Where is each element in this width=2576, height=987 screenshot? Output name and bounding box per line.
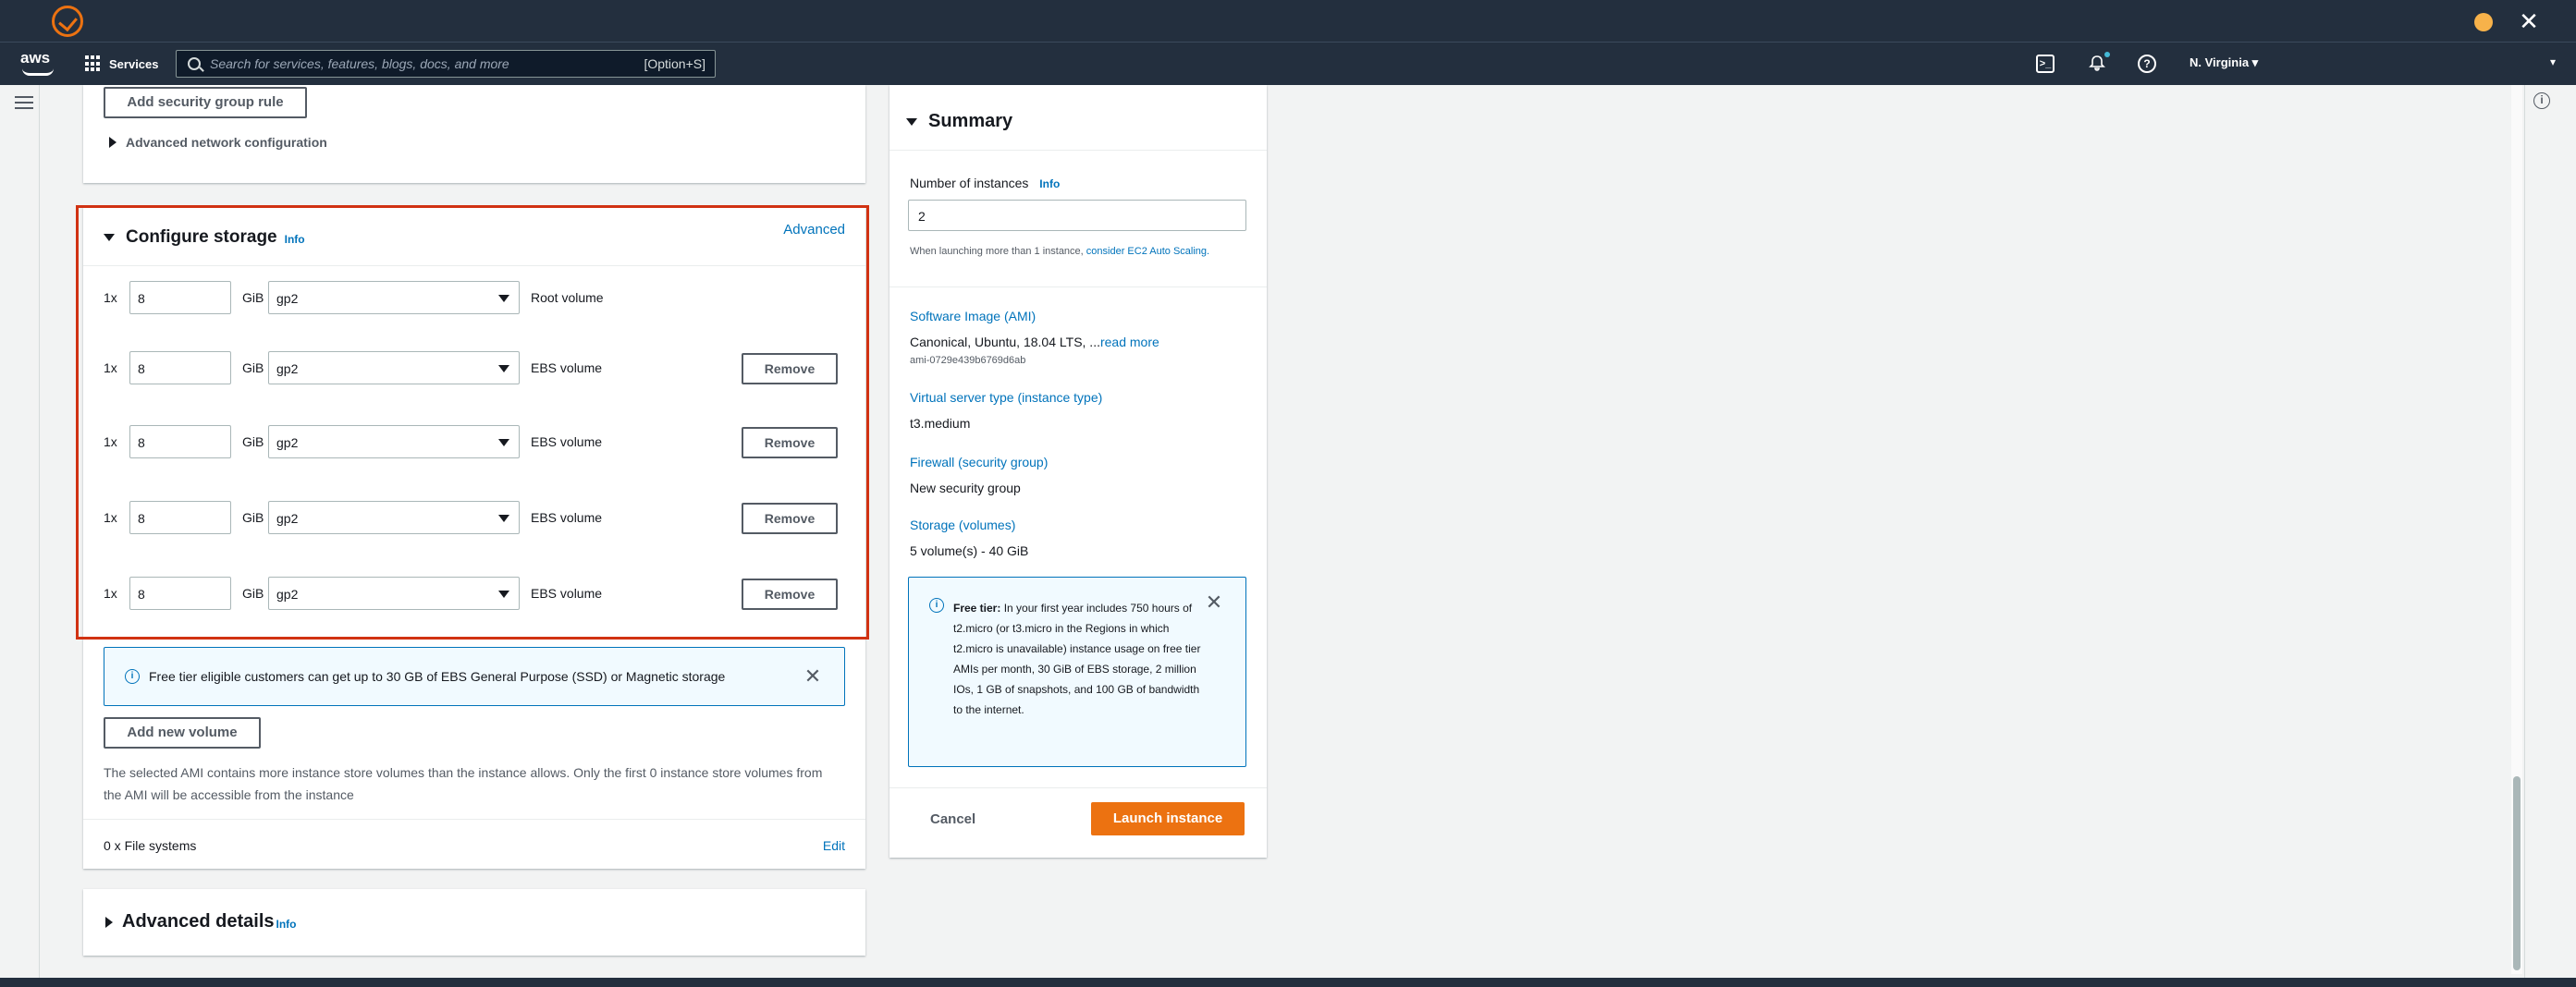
summary-title-toggle[interactable]: Summary xyxy=(906,111,1012,132)
info-panel-icon[interactable]: i xyxy=(2533,92,2550,109)
window-titlebar: ✕ xyxy=(0,0,2576,43)
num-instances-label-row: Number of instances Info xyxy=(910,176,1060,190)
close-icon[interactable]: ✕ xyxy=(802,664,824,688)
right-rail-divider xyxy=(2524,85,2525,981)
firewall-value: New security group xyxy=(910,481,1021,495)
advanced-details-expander[interactable]: Advanced details Info xyxy=(105,911,297,932)
aws-navbar: aws Services Search for services, featur… xyxy=(0,43,2576,85)
search-icon xyxy=(188,57,201,70)
ami-label-link[interactable]: Software Image (AMI) xyxy=(910,309,1036,323)
info-icon: i xyxy=(125,669,140,684)
app-logo-icon xyxy=(52,6,83,37)
account-menu-chevron-icon[interactable]: ▾ xyxy=(2550,55,2556,68)
instance-type-value: t3.medium xyxy=(910,416,971,431)
storage-value: 5 volume(s) - 40 GiB xyxy=(910,543,1029,558)
advanced-network-label: Advanced network configuration xyxy=(126,135,327,150)
file-systems-label: 0 x File systems xyxy=(104,838,197,853)
free-tier-body: In your first year includes 750 hours of… xyxy=(953,602,1201,716)
cancel-button[interactable]: Cancel xyxy=(930,811,975,827)
search-placeholder: Search for services, features, blogs, do… xyxy=(210,56,509,71)
services-label: Services xyxy=(109,56,159,71)
network-settings-panel: Add security group rule Advanced network… xyxy=(83,85,865,183)
storage-highlight-box xyxy=(76,205,869,640)
notifications-bell-icon[interactable] xyxy=(2088,55,2106,73)
bottom-bar xyxy=(0,978,2576,987)
ami-value-row: Canonical, Ubuntu, 18.04 LTS, ...read mo… xyxy=(910,335,1159,349)
file-systems-row: 0 x File systems Edit xyxy=(83,819,865,869)
add-new-volume-button[interactable]: Add new volume xyxy=(104,717,261,749)
search-input[interactable]: Search for services, features, blogs, do… xyxy=(176,50,716,78)
cloudshell-icon[interactable]: >_ xyxy=(2036,55,2055,73)
ami-id: ami-0729e439b6769d6ab xyxy=(910,355,1026,366)
free-tier-info-box: i Free tier: In your first year includes… xyxy=(908,577,1246,767)
caret-right-icon xyxy=(105,916,113,928)
caret-right-icon xyxy=(109,137,117,148)
menu-hamburger-icon[interactable] xyxy=(15,96,33,111)
caret-down-icon xyxy=(906,117,917,126)
notification-dot xyxy=(2104,52,2110,57)
read-more-link[interactable]: read more xyxy=(1100,335,1159,349)
free-tier-bold: Free tier: xyxy=(953,602,1001,615)
divider xyxy=(889,150,1267,151)
free-tier-alert-text: Free tier eligible customers can get up … xyxy=(149,669,726,684)
num-instances-info-link[interactable]: Info xyxy=(1039,177,1060,190)
summary-panel: Summary Number of instances Info 2 When … xyxy=(889,85,1267,858)
scrollbar-thumb[interactable] xyxy=(2513,776,2521,970)
window-close-icon[interactable]: ✕ xyxy=(2515,7,2543,35)
storage-label-link[interactable]: Storage (volumes) xyxy=(910,518,1015,532)
file-systems-edit-link[interactable]: Edit xyxy=(823,838,845,853)
instance-store-note: The selected AMI contains more instance … xyxy=(104,765,823,802)
search-shortcut: [Option+S] xyxy=(644,56,705,71)
close-icon[interactable]: ✕ xyxy=(1203,591,1225,615)
advanced-network-configuration-expander[interactable]: Advanced network configuration xyxy=(109,135,327,150)
left-rail-divider xyxy=(39,85,40,981)
help-icon[interactable]: ? xyxy=(2138,55,2156,73)
advanced-details-info-link[interactable]: Info xyxy=(276,918,297,931)
firewall-label-link[interactable]: Firewall (security group) xyxy=(910,455,1048,469)
launch-instance-button[interactable]: Launch instance xyxy=(1091,802,1245,835)
grid-icon xyxy=(85,55,102,72)
aws-logo[interactable]: aws xyxy=(20,48,57,79)
divider xyxy=(889,787,1267,788)
num-instances-label: Number of instances xyxy=(910,176,1029,190)
free-tier-storage-alert: i Free tier eligible customers can get u… xyxy=(104,647,845,706)
add-security-group-rule-button[interactable]: Add security group rule xyxy=(104,87,307,118)
instance-type-label-link[interactable]: Virtual server type (instance type) xyxy=(910,390,1102,405)
advanced-details-panel: Advanced details Info xyxy=(83,889,865,956)
asg-note-text: When launching more than 1 instance, xyxy=(910,246,1086,257)
ec2-auto-scaling-link[interactable]: consider EC2 Auto Scaling. xyxy=(1086,246,1209,257)
divider xyxy=(889,286,1267,287)
auto-scaling-note: When launching more than 1 instance, con… xyxy=(910,244,1243,259)
clock-icon[interactable] xyxy=(2474,13,2493,31)
services-menu-button[interactable]: Services xyxy=(85,52,159,76)
summary-title: Summary xyxy=(928,111,1013,131)
free-tier-text: Free tier: In your first year includes 7… xyxy=(953,598,1203,720)
aws-logo-text: aws xyxy=(20,49,51,67)
ami-value: Canonical, Ubuntu, 18.04 LTS, ... xyxy=(910,335,1100,349)
region-selector[interactable]: N. Virginia ▾ xyxy=(2190,55,2258,70)
info-icon: i xyxy=(929,598,944,613)
aws-smile-icon xyxy=(22,68,54,76)
num-instances-input[interactable]: 2 xyxy=(908,200,1246,231)
advanced-details-title: Advanced details xyxy=(122,911,275,932)
